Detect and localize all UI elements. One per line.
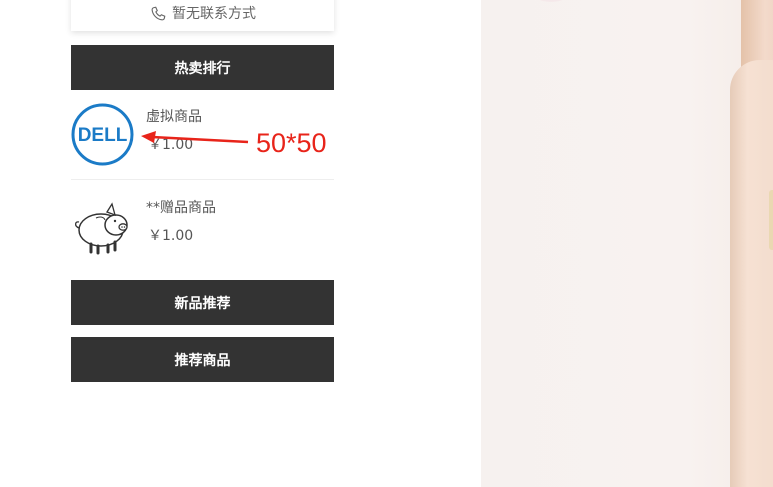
divider: [71, 179, 334, 180]
contact-card: 暂无联系方式: [71, 0, 334, 31]
product-price: ￥1.00: [148, 228, 194, 244]
contact-text: 暂无联系方式: [172, 6, 256, 22]
product-item[interactable]: **赠品商品 ￥1.00: [71, 191, 334, 279]
banner-decoration: [531, 0, 571, 2]
dell-logo[interactable]: DELL: [71, 103, 134, 166]
banner-image: [481, 0, 773, 487]
product-name[interactable]: 虚拟商品: [146, 106, 202, 126]
new-products-header[interactable]: 新品推荐: [71, 280, 334, 325]
pig-image[interactable]: [71, 194, 134, 257]
hot-sales-header[interactable]: 热卖排行: [71, 45, 334, 90]
recommended-products-header[interactable]: 推荐商品: [71, 337, 334, 382]
product-name[interactable]: **赠品商品: [146, 197, 216, 217]
annotation-size-label: 50*50: [256, 128, 327, 158]
svg-text:DELL: DELL: [78, 125, 128, 146]
bottle: [730, 60, 773, 487]
bottle-label: [769, 190, 773, 250]
phone-icon: [151, 6, 166, 21]
annotation-arrow-icon: [141, 131, 249, 144]
